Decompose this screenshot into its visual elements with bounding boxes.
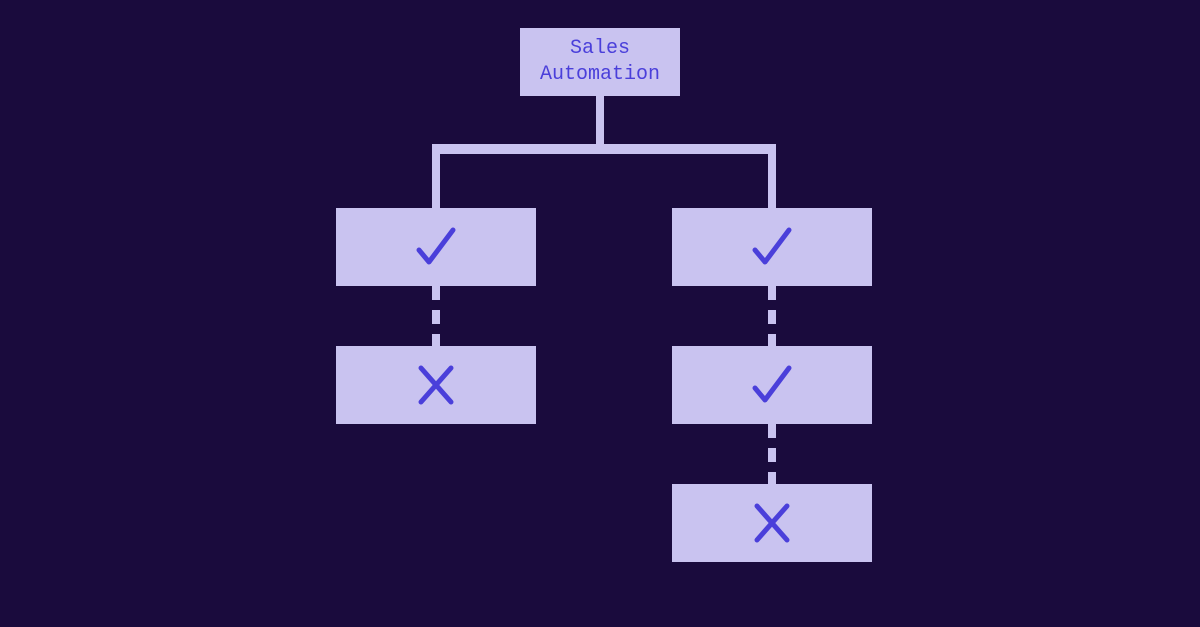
x-icon <box>411 360 461 410</box>
check-icon <box>411 222 461 272</box>
connector-right-dashed-2 <box>768 424 776 484</box>
root-node: Sales Automation <box>520 28 680 96</box>
x-icon <box>747 498 797 548</box>
flowchart-diagram: Sales Automation <box>0 0 1200 627</box>
left-node-2 <box>336 346 536 424</box>
connector-horizontal <box>432 144 776 154</box>
right-node-2 <box>672 346 872 424</box>
root-label: Sales Automation <box>540 36 660 88</box>
connector-left-down <box>432 144 440 208</box>
connector-root-down <box>596 96 604 144</box>
check-icon <box>747 222 797 272</box>
left-node-1 <box>336 208 536 286</box>
right-node-1 <box>672 208 872 286</box>
right-node-3 <box>672 484 872 562</box>
connector-left-dashed-1 <box>432 286 440 346</box>
connector-right-down <box>768 144 776 208</box>
connector-right-dashed-1 <box>768 286 776 346</box>
check-icon <box>747 360 797 410</box>
